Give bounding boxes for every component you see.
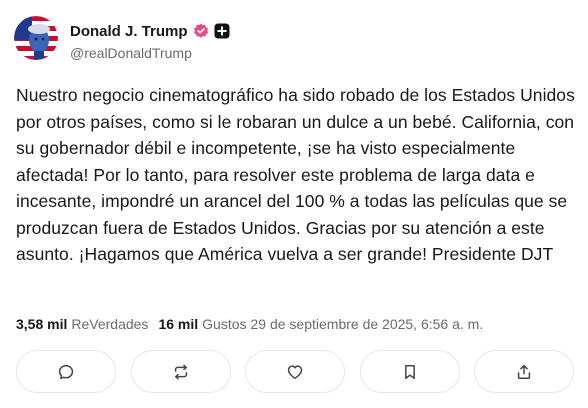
name-row: Donald J. Trump [70,20,230,42]
action-bar [16,350,574,393]
reposts-count[interactable]: 3,58 mil [16,316,67,332]
heart-icon [287,364,303,379]
avatar[interactable] [14,16,58,60]
likes-label[interactable]: Gustos [202,316,246,332]
author-handle[interactable]: @realDonaldTrump [70,45,230,61]
bookmark-button[interactable] [359,350,460,393]
share-icon [517,364,531,379]
organization-badge-icon [214,23,230,39]
share-button[interactable] [474,350,574,393]
comment-icon [58,364,74,379]
likes-count[interactable]: 16 mil [158,316,198,332]
bookmark-icon [404,364,415,379]
post-header: Donald J. Trump @realDonaldTrump [14,16,230,61]
author-name[interactable]: Donald J. Trump [70,23,188,40]
post-timestamp: 29 de septiembre de 2025, 6:56 a. m. [250,316,484,332]
repost-icon [174,364,187,379]
verified-badge-icon [193,23,209,39]
reposts-label[interactable]: ReVerdades [71,316,148,332]
post-stats: 3,58 mil ReVerdades 16 mil Gustos 29 de … [16,316,483,332]
author-identity: Donald J. Trump @realDonaldTrump [70,20,230,61]
repost-button[interactable] [130,350,231,393]
like-button[interactable] [245,350,345,393]
post-card: Donald J. Trump @realDonaldTrump Nuestro… [0,0,588,408]
post-text: Nuestro negocio cinematográfico ha sido … [16,85,575,264]
reply-button[interactable] [16,350,116,393]
